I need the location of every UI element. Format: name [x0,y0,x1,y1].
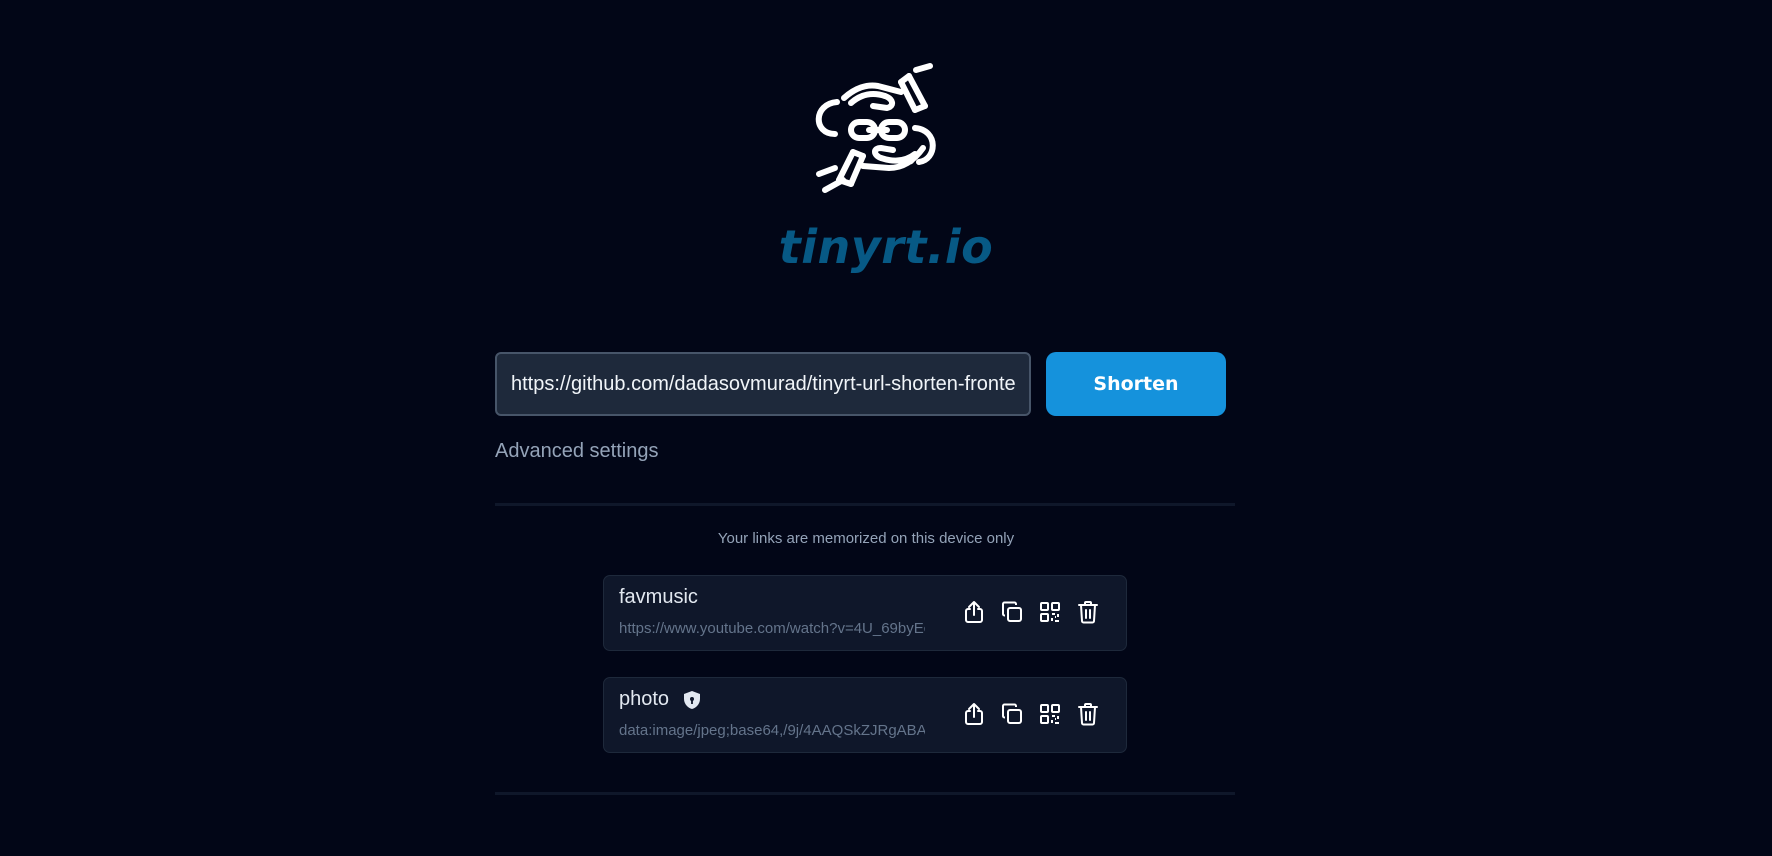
share-icon[interactable] [962,599,986,625]
link-title: favmusic [619,586,698,609]
qr-code-icon[interactable] [1038,599,1062,625]
copy-icon[interactable] [1000,599,1024,625]
brand-name: tinyrt.io [778,220,994,274]
link-url: data:image/jpeg;base64,/9j/4AAQSkZJRgABA… [619,722,925,739]
logo: tinyrt.io [0,62,1772,270]
device-note: Your links are memorized on this device … [717,530,1015,547]
link-title-text: photo [619,688,670,710]
shorten-form: Shorten [495,352,1235,416]
bottom-divider [495,792,1235,795]
link-card: photo data:image/jpeg;base64,/9j/4AAQSkZ… [603,677,1127,753]
handshake-chain-icon [815,63,936,193]
link-url: https://www.youtube.com/watch?v=4U_69byE… [619,620,925,637]
qr-code-icon[interactable] [1038,701,1062,727]
link-title-text: favmusic [619,586,698,608]
link-actions [962,599,1100,625]
copy-icon[interactable] [1000,701,1024,727]
advanced-settings-link[interactable]: Advanced settings [495,440,658,463]
share-icon[interactable] [962,701,986,727]
top-divider [495,503,1235,506]
page: tinyrt.io Shorten Advanced settings Your… [0,0,1772,856]
link-actions [962,701,1100,727]
link-card: favmusic https://www.youtube.com/watch?v… [603,575,1127,651]
url-input[interactable] [495,352,1031,416]
link-title: photo [619,688,702,711]
trash-icon[interactable] [1076,599,1100,625]
shorten-button[interactable]: Shorten [1046,352,1226,416]
trash-icon[interactable] [1076,701,1100,727]
shield-lock-icon [682,690,702,710]
